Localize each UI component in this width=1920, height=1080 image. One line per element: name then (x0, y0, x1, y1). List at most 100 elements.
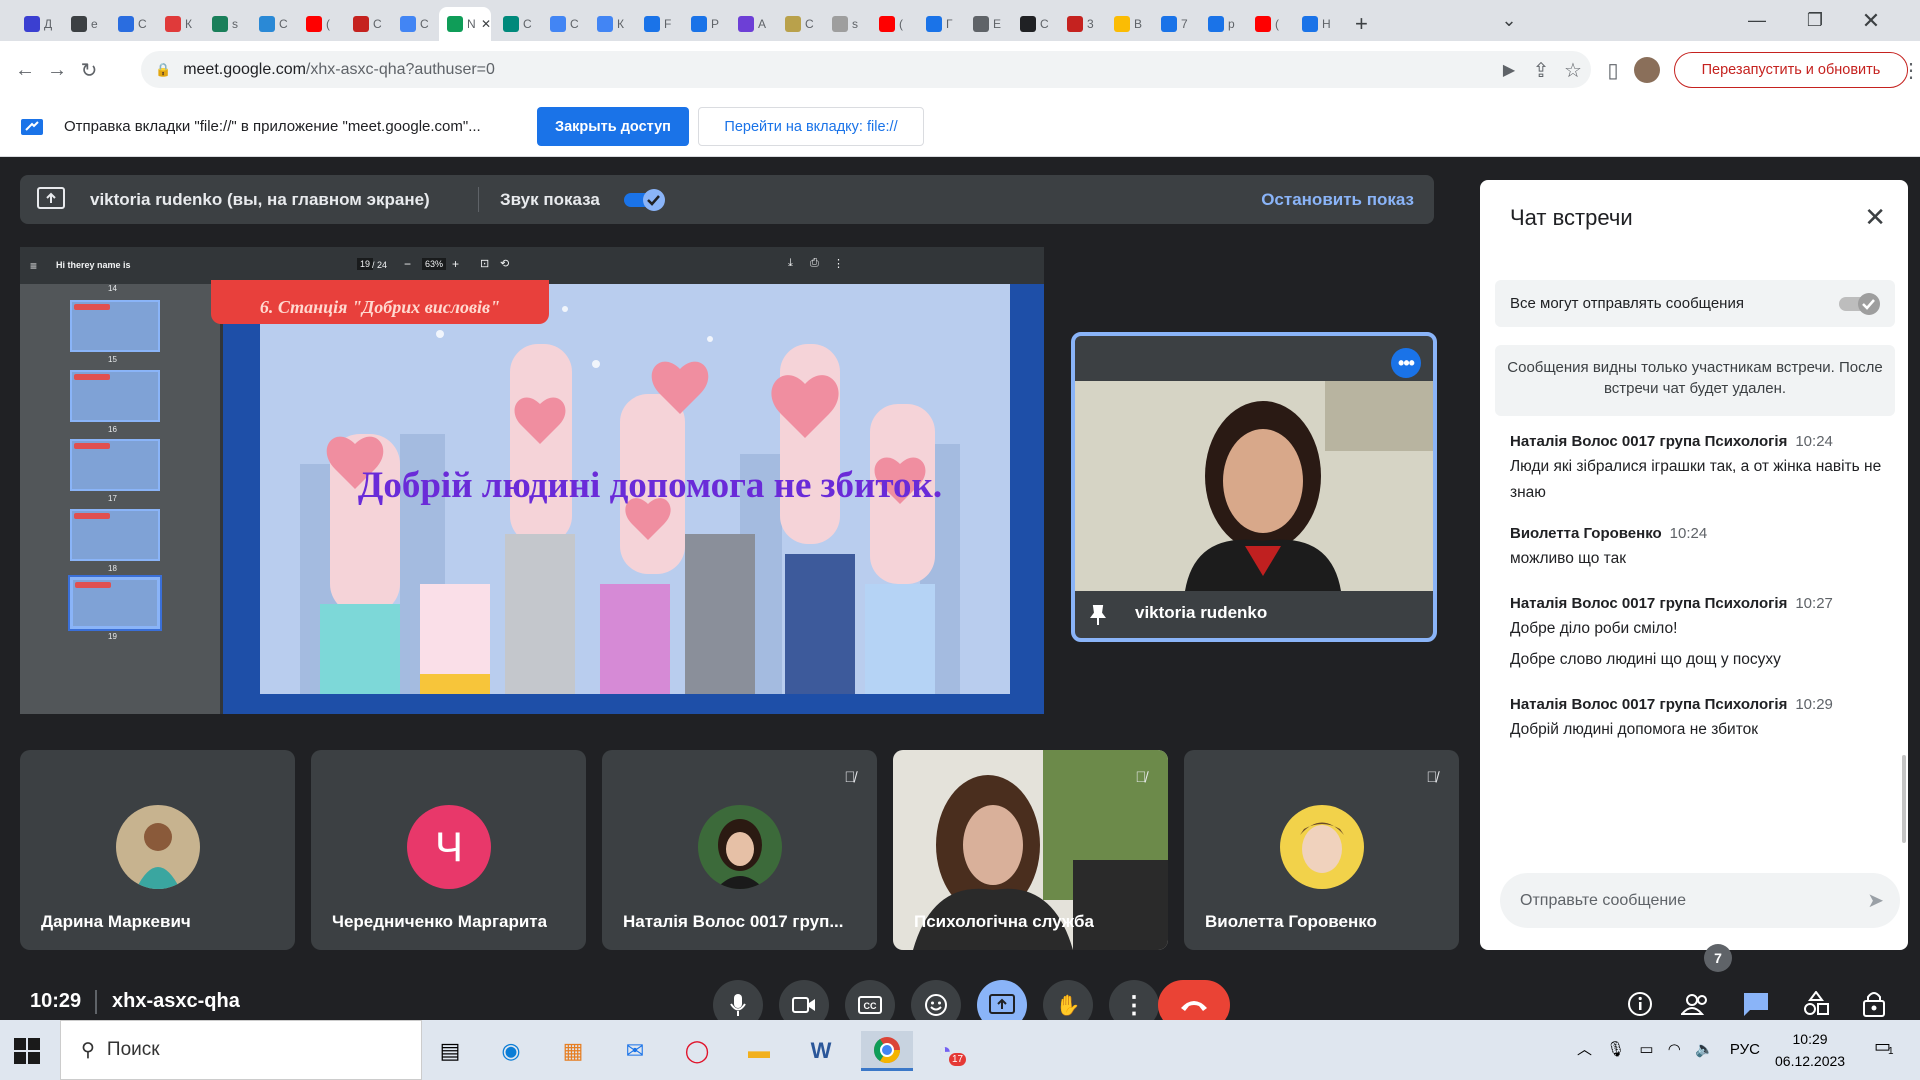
pdf-menu-icon[interactable]: ≡ (30, 259, 37, 273)
browser-tab[interactable]: А (730, 7, 774, 41)
browser-tab[interactable]: Н (1294, 7, 1338, 41)
participant-tile[interactable]: 🎙̸ Психологічна служба (893, 750, 1168, 950)
presentation-sound-toggle[interactable] (622, 188, 668, 212)
browser-tab[interactable]: ( (1247, 7, 1291, 41)
taskbar-clock[interactable]: 10:29 06.12.2023 (1775, 1028, 1845, 1072)
zoom-out-icon[interactable]: − (404, 257, 411, 271)
volume-icon[interactable]: 🔈 (1695, 1041, 1714, 1058)
page-thumbnail-selected[interactable] (68, 575, 162, 631)
browser-tab[interactable]: С (1012, 7, 1056, 41)
chat-message: Виолетта Горовенко 10:24 можливо що так (1510, 525, 1900, 572)
browser-tab[interactable]: F (636, 7, 680, 41)
print-icon[interactable]: ⎙ (810, 257, 819, 270)
browser-tab[interactable]: К (589, 7, 633, 41)
page-thumbnail[interactable] (70, 370, 160, 422)
browser-tab[interactable]: e (63, 7, 107, 41)
browser-tab[interactable]: s (824, 7, 868, 41)
browser-tab[interactable]: В (1106, 7, 1150, 41)
participant-tile[interactable]: 🎙̸ Наталія Волос 0017 груп... (602, 750, 877, 950)
battery-icon[interactable]: ▭ (1639, 1041, 1653, 1058)
participant-tile[interactable]: Ч Чередниченко Маргарита (311, 750, 586, 950)
address-bar[interactable]: 🔒 meet.google.com/xhx-asxc-qha?authuser=… (141, 51, 1591, 88)
browser-tab[interactable]: 3 (1059, 7, 1103, 41)
browser-tab[interactable]: С (110, 7, 154, 41)
fit-page-icon[interactable]: ⊡ (480, 257, 489, 270)
tray-mic-icon[interactable]: 🎙 (1606, 1041, 1625, 1058)
page-thumbnail[interactable] (70, 300, 160, 352)
browser-tab[interactable]: К (157, 7, 201, 41)
chat-permission-toggle[interactable] (1837, 292, 1883, 316)
viber-icon[interactable]: ◔ 17 (925, 1031, 967, 1071)
relaunch-label: Перезапустить и обновить (1701, 62, 1881, 78)
chrome-icon[interactable] (861, 1031, 913, 1071)
maximize-icon[interactable]: ❐ (1786, 0, 1844, 41)
store-icon[interactable]: ▦ (553, 1031, 593, 1071)
notifications-icon[interactable]: ▭ 1 (1874, 1036, 1894, 1057)
browser-tab[interactable]: s (204, 7, 248, 41)
browser-tab[interactable]: С (392, 7, 436, 41)
minimize-icon[interactable]: — (1728, 0, 1786, 41)
file-explorer-icon[interactable]: ▬ (739, 1031, 779, 1071)
browser-tab[interactable]: С (542, 7, 586, 41)
participant-tile[interactable]: 🎙̸ Виолетта Горовенко (1184, 750, 1459, 950)
info-icon (1628, 992, 1652, 1016)
close-chat-icon[interactable]: ✕ (1864, 202, 1886, 233)
browser-tab[interactable]: P (683, 7, 727, 41)
pdf-zoom[interactable]: 63% (422, 258, 447, 270)
thumb-number: 19 (108, 632, 117, 641)
chat-scrollbar[interactable] (1902, 755, 1906, 843)
wifi-icon[interactable]: ◠ (1668, 1041, 1681, 1058)
pdf-more-icon[interactable]: ⋮ (833, 257, 844, 270)
stop-presenting-button[interactable]: Остановить показ (1261, 190, 1414, 210)
input-language[interactable]: РУС (1730, 1041, 1760, 1058)
browser-tab[interactable]: Е (965, 7, 1009, 41)
word-icon[interactable]: W (801, 1031, 841, 1071)
go-to-tab-button[interactable]: Перейти на вкладку: file:// (698, 107, 924, 146)
browser-tab[interactable]: 7 (1153, 7, 1197, 41)
download-icon[interactable]: ⤓ (788, 257, 793, 270)
page-thumbnail[interactable] (70, 509, 160, 561)
chat-message-input[interactable]: Отправьте сообщение ➤ (1500, 873, 1900, 928)
send-icon[interactable]: ➤ (1867, 888, 1884, 913)
message-time: 10:24 (1795, 433, 1833, 450)
browser-tab[interactable]: С (345, 7, 389, 41)
reload-icon[interactable]: ↻ (76, 57, 102, 83)
edge-icon[interactable]: ◉ (491, 1031, 531, 1071)
bookmark-star-icon[interactable]: ☆ (1560, 57, 1586, 83)
more-options-icon[interactable]: ••• (1391, 348, 1421, 378)
mail-icon[interactable]: ✉ (615, 1031, 655, 1071)
close-access-button[interactable]: Закрыть доступ (537, 107, 689, 146)
windows-start-icon[interactable] (12, 1036, 42, 1066)
share-icon[interactable]: ⇪ (1528, 57, 1554, 83)
pin-icon[interactable] (1089, 604, 1107, 626)
browser-tab[interactable]: С (777, 7, 821, 41)
browser-tab[interactable]: ( (871, 7, 915, 41)
profile-avatar[interactable] (1634, 57, 1660, 83)
browser-tab[interactable]: С (495, 7, 539, 41)
tray-chevron-icon[interactable]: ︿ (1577, 1041, 1592, 1058)
close-tab-icon[interactable]: ✕ (481, 17, 491, 31)
browser-tab[interactable]: р (1200, 7, 1244, 41)
participant-tile[interactable]: Дарина Маркевич (20, 750, 295, 950)
browser-tab[interactable]: С (251, 7, 295, 41)
back-icon[interactable]: ← (12, 57, 38, 83)
browser-tab-active[interactable]: N ✕ (439, 7, 491, 41)
browser-tab[interactable]: Г (918, 7, 962, 41)
menu-dots-icon[interactable]: ⋮ (1898, 57, 1920, 83)
opera-icon[interactable]: ◯ (677, 1031, 717, 1071)
task-view-icon[interactable]: ▤ (430, 1031, 470, 1071)
camera-blocked-icon[interactable]: ▶ (1496, 57, 1522, 83)
browser-tab[interactable]: ( (298, 7, 342, 41)
close-window-icon[interactable]: ✕ (1842, 0, 1900, 41)
page-thumbnail[interactable] (70, 439, 160, 491)
side-panel-icon[interactable]: ▯ (1600, 57, 1626, 83)
forward-icon[interactable]: → (44, 57, 70, 83)
zoom-in-icon[interactable]: + (452, 257, 459, 271)
browser-tab[interactable]: Д (16, 7, 60, 41)
rotate-icon[interactable]: ⟲ (500, 257, 509, 270)
new-tab-button[interactable]: + (1347, 7, 1391, 41)
tab-search-icon[interactable]: ⌄ (1480, 0, 1538, 41)
pdf-page-current[interactable]: 19 (357, 258, 374, 270)
taskbar-search[interactable]: ⚲ Поиск (60, 1020, 422, 1080)
relaunch-update-button[interactable]: Перезапустить и обновить (1674, 52, 1908, 88)
